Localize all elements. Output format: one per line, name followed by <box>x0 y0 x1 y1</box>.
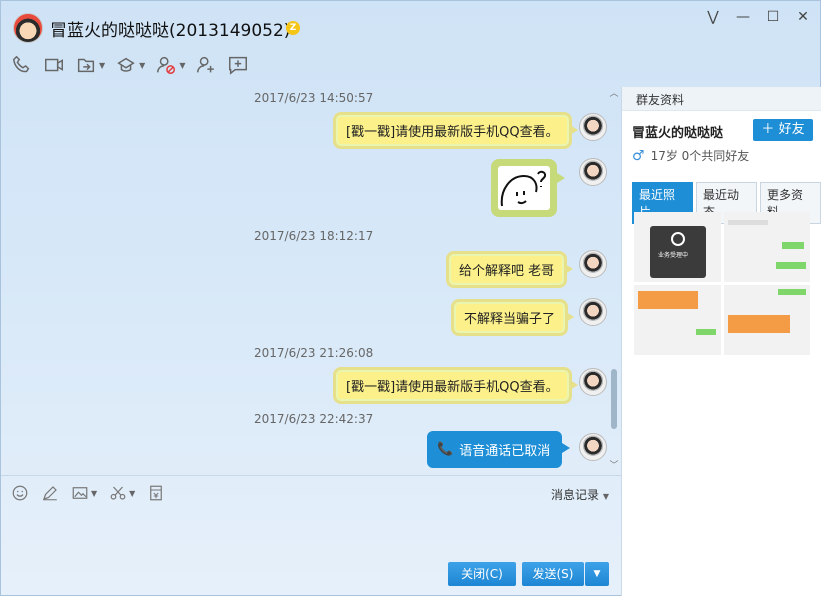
scroll-down-icon[interactable]: ﹀ <box>608 461 620 471</box>
message-scrollbar[interactable]: ︿ ﹀ <box>608 87 620 473</box>
self-avatar[interactable] <box>579 368 607 396</box>
self-avatar[interactable] <box>579 298 607 326</box>
add-friend-label: 好友 <box>778 122 805 137</box>
pen-icon <box>43 486 57 501</box>
scroll-up-icon[interactable]: ︿ <box>608 89 620 99</box>
input-toolbar: ▼ ▼ <box>11 484 165 502</box>
photo-thumbnail[interactable]: 业务受理中 <box>634 212 721 282</box>
chevron-down-icon: ▼ <box>91 488 98 498</box>
remote-help-button[interactable]: ▼ <box>115 53 145 77</box>
photo-thumbnail[interactable] <box>634 285 721 355</box>
message-bubble[interactable]: [戳一戳]请使用最新版手机QQ查看。 <box>333 112 578 149</box>
message-input[interactable] <box>9 510 609 558</box>
red-packet-button[interactable] <box>147 484 165 502</box>
message-bubble[interactable]: 给个解释吧 老哥 <box>446 251 574 288</box>
message-bubble[interactable]: [戳一戳]请使用最新版手机QQ查看。 <box>333 367 578 404</box>
qq-chat-window: 冒蓝火的哒哒哒(2013149052) Z ⋁ — ☐ ✕ ▼ ▼ ▼ 2017… <box>0 0 821 596</box>
emoji-icon <box>12 485 28 501</box>
share-screen-button[interactable]: ▼ <box>75 53 105 77</box>
close-button[interactable]: 关闭(C) <box>448 562 516 586</box>
chat-toolbar: ▼ ▼ ▼ <box>11 53 249 77</box>
voice-call-message[interactable]: 📞 语音通话已取消 <box>427 431 571 468</box>
timestamp: 2017/6/23 22:42:37 <box>254 412 374 426</box>
message-bubble[interactable]: 不解释当骗子了 <box>451 299 575 336</box>
self-avatar[interactable] <box>579 113 607 141</box>
phone-icon: 📞 <box>437 442 454 457</box>
add-friend-button[interactable]: ＋ 好友 <box>753 119 813 141</box>
member-profile-panel: 群友资料 冒蓝火的哒哒哒 ＋ 好友 ♂ 17岁 0个共同好友 最近照片 最近动态… <box>621 87 821 596</box>
phone-icon <box>12 55 30 73</box>
image-icon <box>72 487 88 499</box>
self-avatar[interactable] <box>579 250 607 278</box>
photo-caption: 业务受理中 <box>658 252 689 259</box>
history-label: 消息记录 <box>551 488 600 502</box>
chevron-down-icon: ▼ <box>129 488 136 498</box>
collapse-icon[interactable]: ⋁ <box>706 9 720 25</box>
image-message-bubble[interactable] <box>491 159 565 217</box>
photo-thumbnail[interactable] <box>723 285 810 355</box>
male-icon: ♂ <box>632 147 645 164</box>
scissors-icon <box>110 486 126 500</box>
self-avatar[interactable] <box>579 433 607 461</box>
maximize-icon[interactable]: ☐ <box>766 9 780 25</box>
recent-photos-grid: 业务受理中 <box>634 212 810 355</box>
new-chat-icon <box>229 56 248 75</box>
profile-meta: ♂ 17岁 0个共同好友 <box>632 147 749 164</box>
red-packet-icon <box>150 485 163 501</box>
message-history-link[interactable]: 消息记录 ▼ <box>551 486 609 503</box>
emoji-button[interactable] <box>11 484 29 502</box>
new-chat-button[interactable] <box>227 53 249 77</box>
chevron-down-icon: ▼ <box>99 60 106 70</box>
profile-meta-text: 17岁 0个共同好友 <box>650 149 750 163</box>
video-icon <box>45 58 63 72</box>
block-user-icon <box>157 56 176 74</box>
timestamp: 2017/6/23 14:50:57 <box>254 91 374 105</box>
close-icon[interactable]: ✕ <box>796 9 810 25</box>
send-button[interactable]: 发送(S) <box>522 562 584 586</box>
vip-badge-icon: Z <box>286 21 300 35</box>
add-contact-button[interactable] <box>195 53 217 77</box>
timestamp: 2017/6/23 18:12:17 <box>254 229 374 243</box>
sticker-drawing <box>500 170 547 207</box>
minimize-icon[interactable]: — <box>736 9 750 25</box>
window-controls: ⋁ — ☐ ✕ <box>706 9 810 25</box>
self-avatar[interactable] <box>579 158 607 186</box>
send-options-button[interactable]: ▼ <box>585 562 609 586</box>
input-area: ▼ ▼ 消息记录 ▼ 关闭(C) 发送(S) ▼ <box>1 475 621 596</box>
phone-button[interactable] <box>11 53 33 77</box>
window-title: 冒蓝火的哒哒哒(2013149052) <box>50 21 291 41</box>
video-button[interactable] <box>43 53 65 77</box>
plus-icon: ＋ <box>761 122 775 137</box>
add-contact-icon <box>197 56 215 73</box>
chevron-down-icon: ▼ <box>139 60 146 70</box>
image-button[interactable]: ▼ <box>71 484 97 502</box>
panel-header: 群友资料 <box>622 87 821 111</box>
profile-name: 冒蓝火的哒哒哒 <box>632 126 724 141</box>
call-status-text: 语音通话已取消 <box>459 444 551 459</box>
timestamp: 2017/6/23 21:26:08 <box>254 346 374 360</box>
message-list[interactable]: 2017/6/23 14:50:57 [戳一戳]请使用最新版手机QQ查看。 20… <box>1 87 621 475</box>
contact-avatar[interactable] <box>13 13 43 43</box>
screenshot-button[interactable]: ▼ <box>109 484 135 502</box>
sticker-image[interactable] <box>498 166 550 210</box>
handwriting-button[interactable] <box>41 484 59 502</box>
block-user-button[interactable]: ▼ <box>155 53 185 77</box>
title-bar: 冒蓝火的哒哒哒(2013149052) Z ⋁ — ☐ ✕ ▼ ▼ ▼ <box>1 1 820 87</box>
photo-thumbnail[interactable] <box>723 212 810 282</box>
share-screen-icon <box>77 58 95 73</box>
scroll-thumb[interactable] <box>611 369 617 429</box>
chevron-down-icon: ▼ <box>179 60 186 70</box>
chevron-down-icon: ▼ <box>602 492 609 501</box>
remote-help-icon <box>117 57 135 72</box>
